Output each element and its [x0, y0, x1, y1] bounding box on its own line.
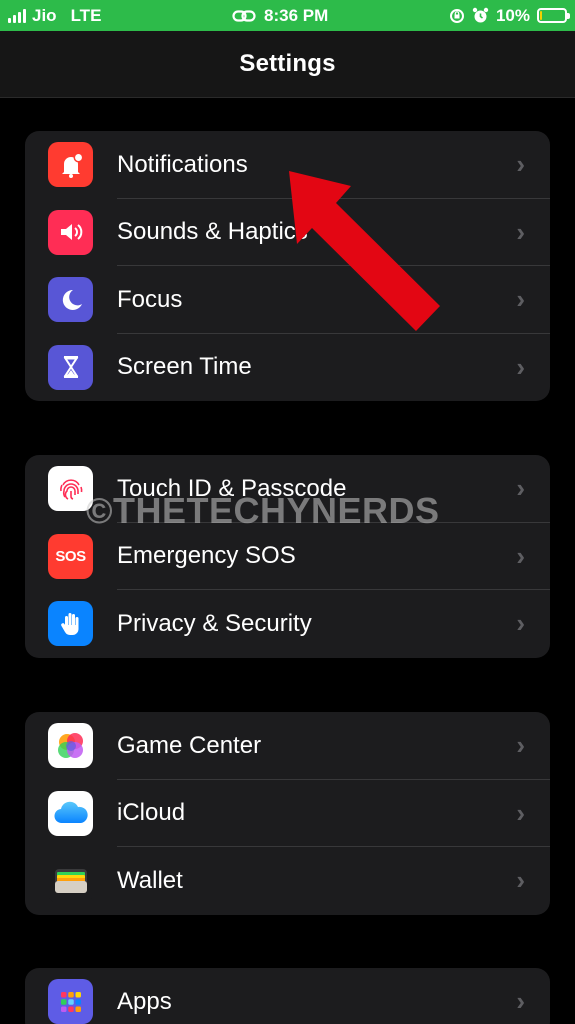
alarm-icon: [472, 7, 489, 23]
settings-row-game-center[interactable]: Game Center ›: [25, 712, 550, 780]
chevron-right-icon: ›: [516, 797, 525, 828]
settings-group-2: Touch ID & Passcode › SOS Emergency SOS …: [25, 455, 550, 658]
settings-row-label: Touch ID & Passcode: [117, 474, 347, 502]
status-time: 8:36 PM: [264, 5, 329, 25]
status-left: Jio LTE: [8, 0, 101, 31]
settings-row-wallet[interactable]: Wallet ›: [25, 847, 550, 915]
settings-row-privacy-security[interactable]: Privacy & Security ›: [25, 590, 550, 658]
settings-row-apps[interactable]: Apps ›: [25, 968, 550, 1024]
settings-row-label: Notifications: [117, 150, 248, 178]
chevron-right-icon: ›: [516, 986, 525, 1017]
moon-icon: [48, 277, 93, 322]
settings-row-label: Privacy & Security: [117, 609, 312, 637]
settings-row-notifications[interactable]: Notifications ›: [25, 131, 550, 199]
settings-group-1: Notifications › Sounds & Haptics › Focus…: [25, 131, 550, 401]
settings-row-label: Apps: [117, 987, 172, 1015]
settings-row-label: iCloud: [117, 799, 186, 827]
network-type: LTE: [70, 5, 102, 25]
settings-row-screen-time[interactable]: Screen Time ›: [25, 334, 550, 402]
wallet-icon: [48, 858, 93, 903]
apps-grid-icon: [48, 979, 93, 1024]
chevron-right-icon: ›: [516, 540, 525, 571]
battery-fill: [540, 11, 542, 20]
settings-row-label: Screen Time: [117, 353, 252, 381]
settings-row-label: Focus: [117, 285, 183, 313]
chevron-right-icon: ›: [516, 865, 525, 896]
hourglass-icon: [48, 344, 93, 390]
chevron-right-icon: ›: [516, 216, 525, 247]
chevron-right-icon: ›: [516, 608, 525, 639]
settings-row-emergency-sos[interactable]: SOS Emergency SOS ›: [25, 523, 550, 590]
fingerprint-icon: [48, 466, 93, 511]
status-right: 10%: [449, 0, 570, 31]
hand-icon: [48, 601, 93, 646]
status-center: 8:36 PM: [232, 0, 328, 31]
settings-row-label: Game Center: [117, 731, 262, 759]
battery-icon: [537, 8, 570, 23]
settings-row-icloud[interactable]: iCloud ›: [25, 780, 550, 847]
settings-group-4: Apps ›: [25, 968, 550, 1024]
chevron-right-icon: ›: [516, 284, 525, 315]
game-center-icon: [48, 723, 93, 768]
cellular-signal-icon: [8, 8, 26, 23]
hotspot-link-icon: [232, 9, 256, 22]
settings-row-label: Wallet: [117, 866, 183, 894]
rotation-lock-icon: [449, 8, 464, 23]
chevron-right-icon: ›: [516, 473, 525, 504]
carrier-name: Jio: [32, 5, 57, 25]
settings-row-label: Sounds & Haptics: [117, 218, 308, 246]
chevron-right-icon: ›: [516, 730, 525, 761]
navigation-bar: Settings: [0, 31, 575, 98]
settings-row-touch-id-passcode[interactable]: Touch ID & Passcode ›: [25, 455, 550, 523]
speaker-icon: [48, 209, 93, 255]
bell-icon: [48, 142, 93, 187]
sos-icon: SOS: [48, 533, 93, 579]
settings-row-focus[interactable]: Focus ›: [25, 266, 550, 334]
chevron-right-icon: ›: [516, 149, 525, 180]
chevron-right-icon: ›: [516, 351, 525, 382]
settings-row-label: Emergency SOS: [117, 542, 296, 570]
settings-group-3: Game Center › iCloud › Wallet ›: [25, 712, 550, 915]
cloud-icon: [48, 790, 93, 836]
battery-percent: 10%: [495, 5, 530, 25]
settings-row-sounds-haptics[interactable]: Sounds & Haptics ›: [25, 199, 550, 266]
sos-icon-text: SOS: [55, 547, 86, 565]
page-title: Settings: [239, 50, 336, 77]
status-bar: Jio LTE 8:36 PM 10%: [0, 0, 575, 31]
